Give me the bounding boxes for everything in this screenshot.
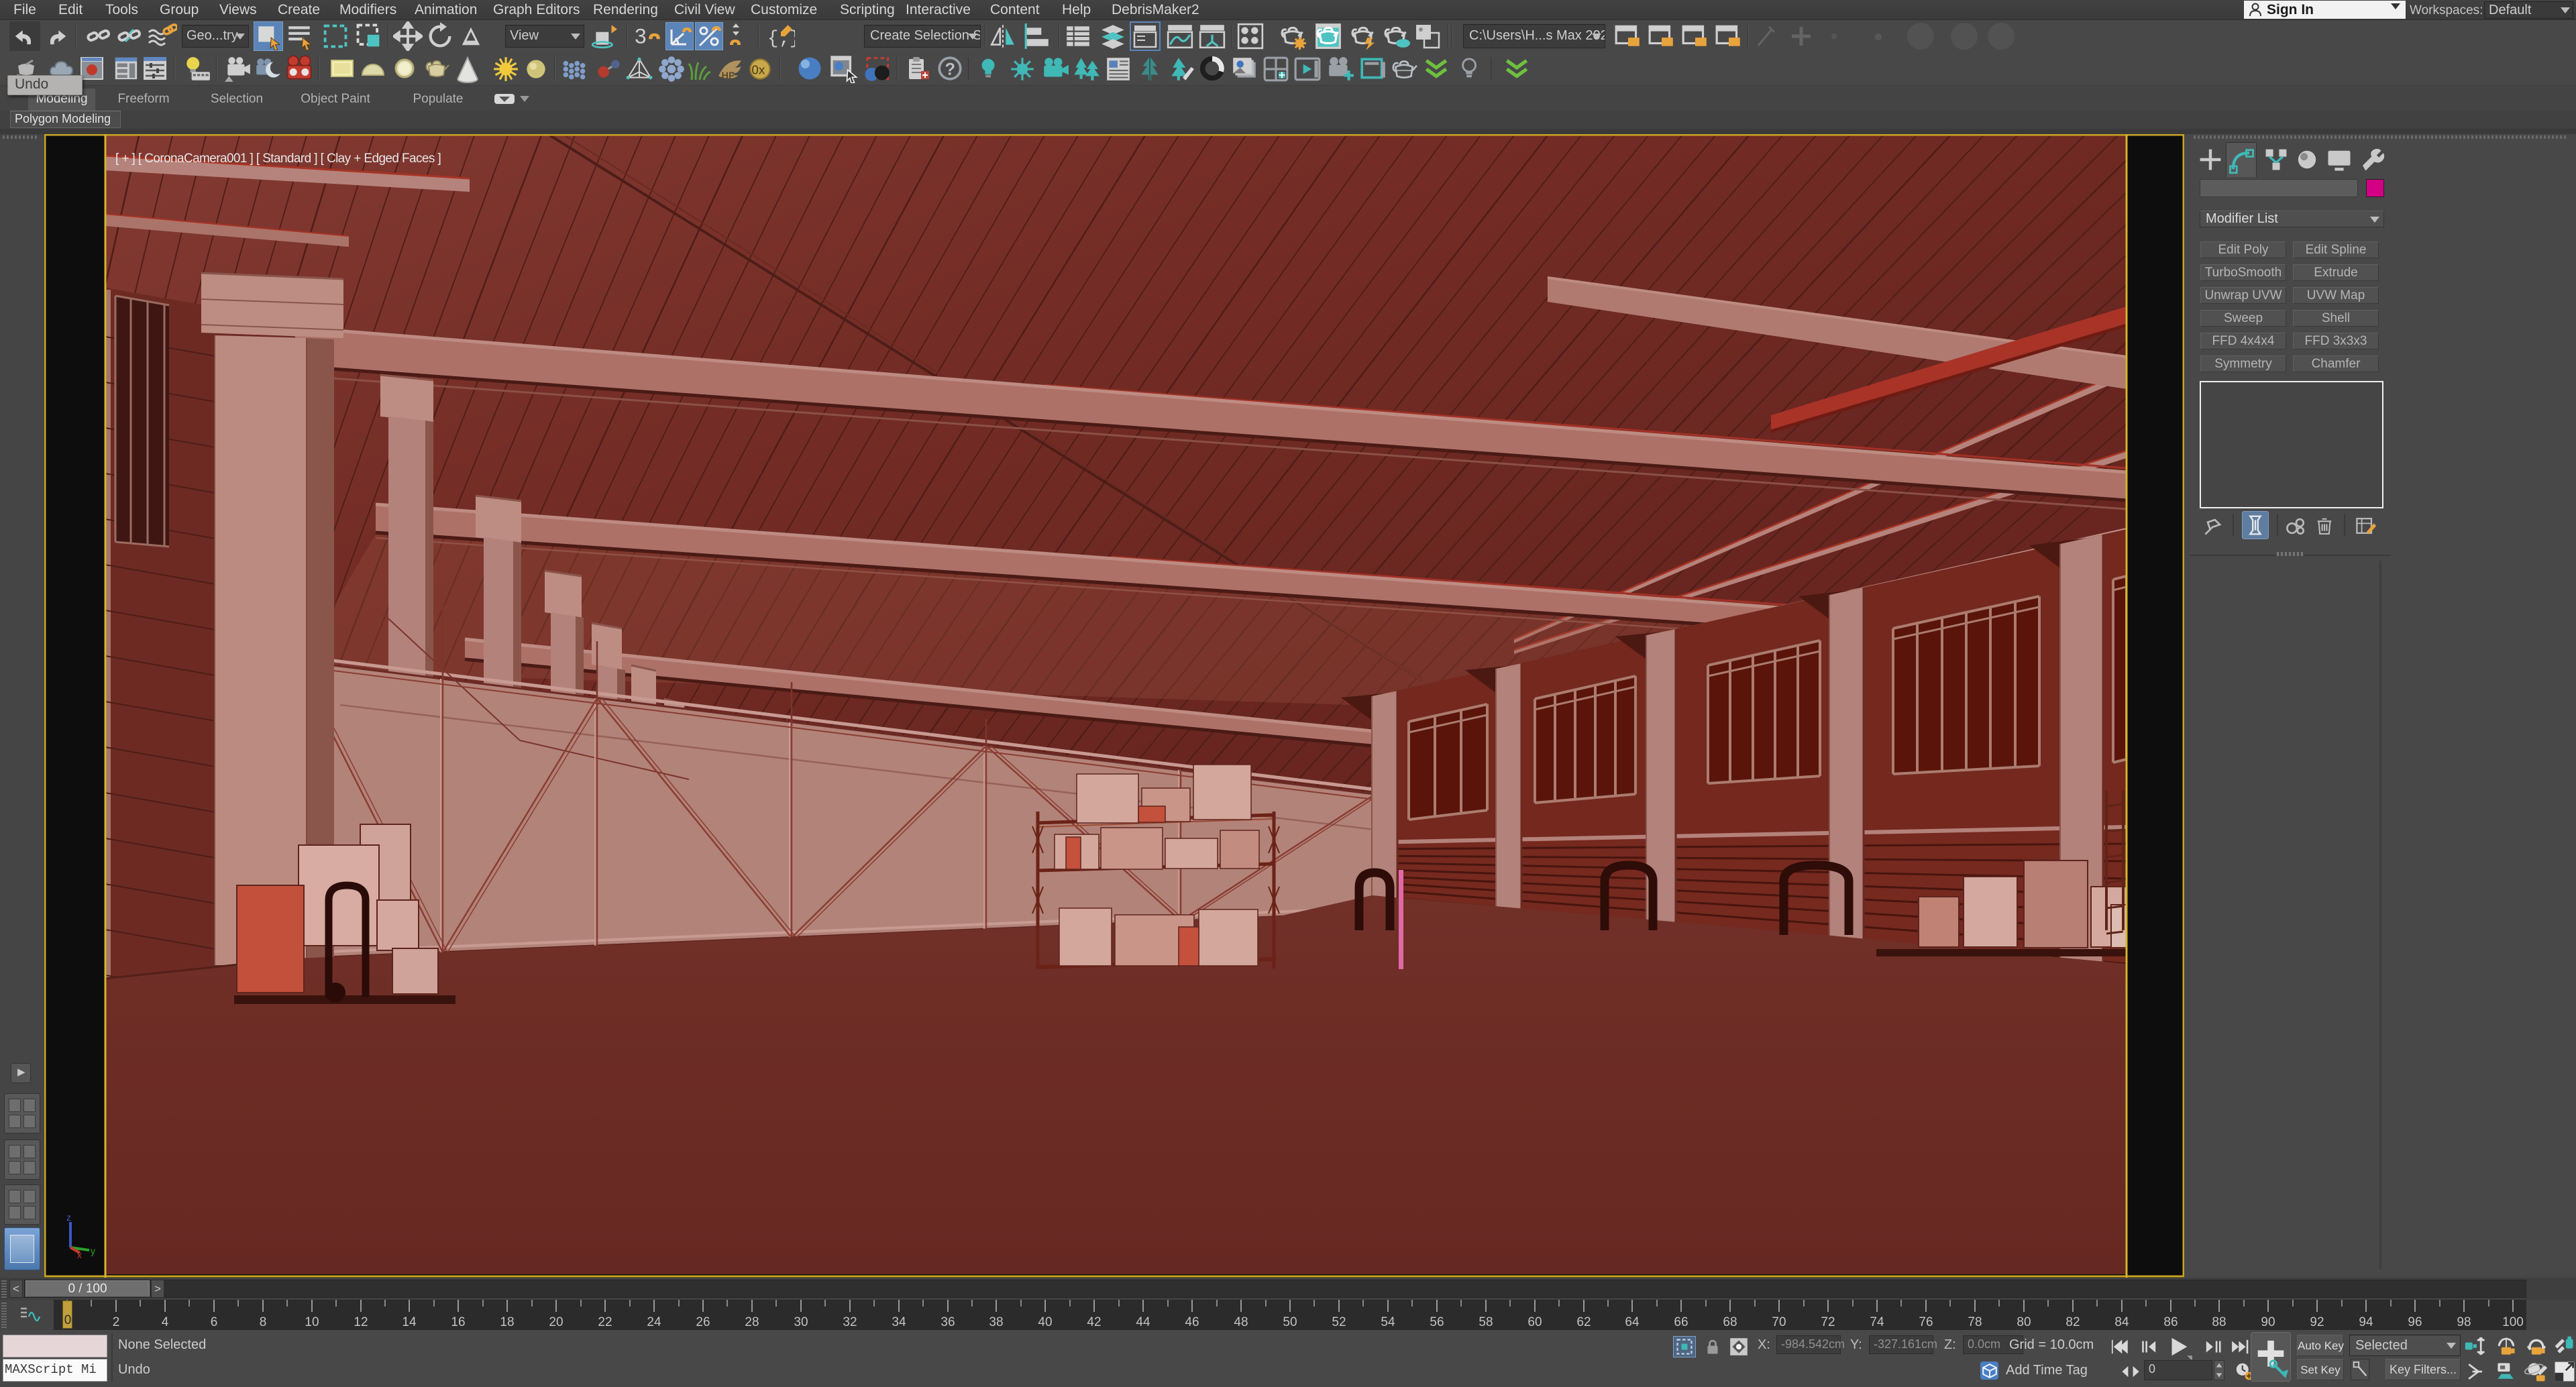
- svg-text:0x: 0x: [751, 63, 765, 77]
- svg-text:52: 52: [1332, 1315, 1346, 1329]
- svg-text:6: 6: [211, 1315, 218, 1329]
- svg-text:[ + ] [ CoronaCamera001 ] [ St: [ + ] [ CoronaCamera001 ] [ Standard ] […: [115, 152, 441, 166]
- svg-text:60: 60: [1527, 1315, 1542, 1329]
- svg-text:64: 64: [1625, 1315, 1640, 1329]
- svg-text:4: 4: [162, 1315, 169, 1329]
- svg-text:100: 100: [2502, 1315, 2524, 1329]
- svg-text:58: 58: [1479, 1315, 1493, 1329]
- svg-text:84: 84: [2114, 1315, 2129, 1329]
- svg-text:16: 16: [451, 1315, 465, 1329]
- svg-text:46: 46: [1185, 1315, 1199, 1329]
- svg-text:90: 90: [2261, 1315, 2275, 1329]
- svg-text:66: 66: [1674, 1315, 1688, 1329]
- svg-text:34: 34: [892, 1315, 906, 1329]
- svg-text:96: 96: [2408, 1315, 2422, 1329]
- svg-text:70: 70: [1772, 1315, 1786, 1329]
- svg-text:86: 86: [2163, 1315, 2178, 1329]
- svg-text:88: 88: [2212, 1315, 2226, 1329]
- svg-text:26: 26: [696, 1315, 710, 1329]
- svg-text:48: 48: [1234, 1315, 1248, 1329]
- svg-text:76: 76: [1919, 1315, 1933, 1329]
- svg-text:22: 22: [598, 1315, 612, 1329]
- svg-text:38: 38: [989, 1315, 1003, 1329]
- svg-text:42: 42: [1087, 1315, 1101, 1329]
- svg-text:54: 54: [1381, 1315, 1395, 1329]
- svg-text:30: 30: [794, 1315, 808, 1329]
- svg-text:40: 40: [1038, 1315, 1052, 1329]
- svg-text:8: 8: [260, 1315, 267, 1329]
- svg-text:32: 32: [843, 1315, 857, 1329]
- svg-text:2: 2: [113, 1315, 120, 1329]
- svg-text:x: x: [77, 1250, 82, 1260]
- svg-text:68: 68: [1723, 1315, 1737, 1329]
- svg-text:?: ?: [945, 60, 955, 78]
- svg-text:24: 24: [647, 1315, 661, 1329]
- svg-text:74: 74: [1870, 1315, 1884, 1329]
- svg-text:z: z: [66, 1212, 71, 1223]
- svg-text:56: 56: [1430, 1315, 1444, 1329]
- svg-text:HF: HF: [721, 71, 735, 82]
- svg-text:12: 12: [354, 1315, 368, 1329]
- svg-text:y: y: [91, 1245, 95, 1256]
- svg-text:80: 80: [2017, 1315, 2031, 1329]
- svg-text:14: 14: [402, 1315, 417, 1329]
- svg-text:72: 72: [1821, 1315, 1835, 1329]
- svg-text:20: 20: [549, 1315, 563, 1329]
- svg-text:28: 28: [745, 1315, 759, 1329]
- svg-text:78: 78: [1968, 1315, 1982, 1329]
- svg-text:92: 92: [2310, 1315, 2324, 1329]
- svg-text:10: 10: [305, 1315, 319, 1329]
- svg-text:98: 98: [2457, 1315, 2471, 1329]
- svg-text:36: 36: [941, 1315, 955, 1329]
- svg-text:62: 62: [1576, 1315, 1591, 1329]
- svg-text:{;}: {;}: [767, 29, 795, 50]
- svg-text:18: 18: [500, 1315, 514, 1329]
- svg-text:94: 94: [2359, 1315, 2373, 1329]
- svg-text:50: 50: [1283, 1315, 1297, 1329]
- svg-text:82: 82: [2065, 1315, 2080, 1329]
- svg-text:44: 44: [1136, 1315, 1150, 1329]
- svg-text:3: 3: [635, 24, 647, 48]
